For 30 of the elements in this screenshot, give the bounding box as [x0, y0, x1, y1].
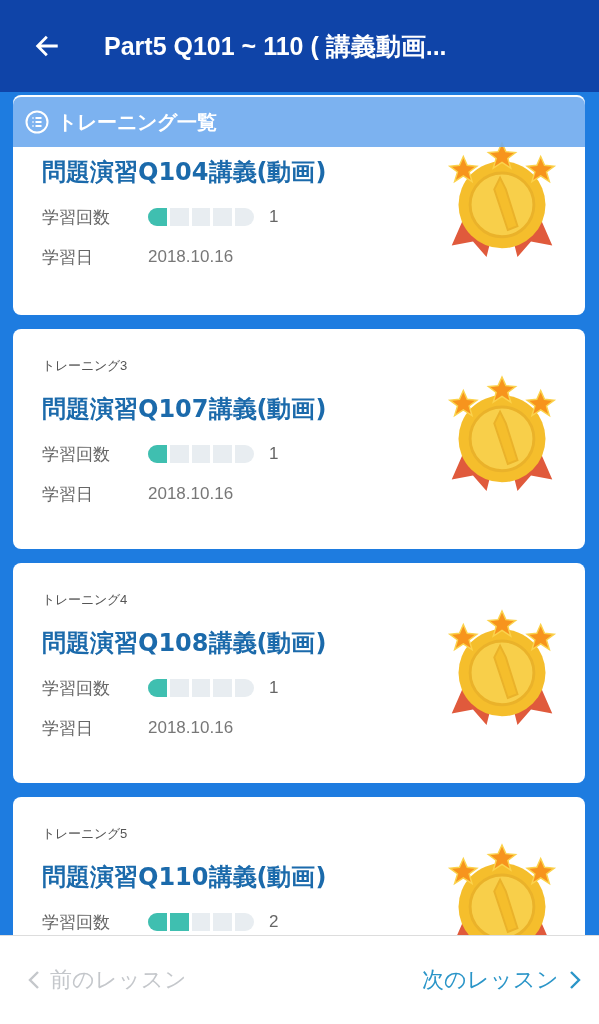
count-label: 学習回数: [42, 205, 111, 229]
date-value: 2018.10.16: [148, 718, 234, 738]
count-label: 学習回数: [42, 676, 111, 700]
count-label: 学習回数: [42, 910, 111, 934]
list-icon: [25, 110, 49, 134]
training-label: トレーニング3: [42, 357, 128, 375]
count-label: 学習回数: [42, 442, 111, 466]
training-label: トレーニング4: [42, 591, 128, 609]
chevron-right-icon: [569, 970, 581, 990]
next-lesson-button[interactable]: 次のレッスン: [418, 961, 585, 999]
date-label: 学習日: [42, 716, 94, 740]
count-value: 1: [269, 207, 279, 227]
count-value: 2: [269, 912, 279, 932]
date-label: 学習日: [42, 482, 94, 506]
training-title: 問題演習Q104講義(動画): [42, 157, 327, 188]
count-value: 1: [269, 444, 279, 464]
date-value: 2018.10.16: [148, 484, 234, 504]
screen-title: Part5 Q101 ~ 110 ( 講義動画...: [104, 30, 447, 62]
training-title: 問題演習Q107講義(動画): [42, 394, 327, 425]
training-title: 問題演習Q108講義(動画): [42, 628, 327, 659]
training-label: トレーニング5: [42, 825, 128, 843]
date-value: 2018.10.16: [148, 247, 234, 267]
count-value: 1: [269, 678, 279, 698]
training-card[interactable]: トレーニング5 問題演習Q110講義(動画) 学習回数 2: [13, 797, 585, 935]
section-title: トレーニング一覧: [57, 108, 217, 136]
chevron-left-icon: [28, 970, 40, 990]
training-card[interactable]: トレーニング3 問題演習Q107講義(動画) 学習回数 1 学習日 2018.10.16: [13, 329, 585, 549]
date-label: 学習日: [42, 245, 94, 269]
training-title: 問題演習Q110講義(動画): [42, 862, 327, 893]
training-card[interactable]: トレーニング4 問題演習Q108講義(動画) 学習回数 1 学習日 2018.10.16: [13, 563, 585, 783]
